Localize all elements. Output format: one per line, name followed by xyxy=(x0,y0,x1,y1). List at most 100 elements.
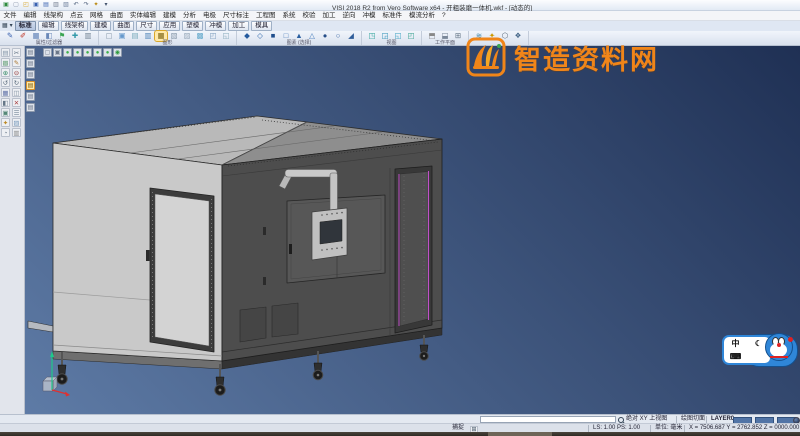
sidebar-delete-icon[interactable]: ✕ xyxy=(12,98,21,107)
tab-1[interactable]: 标准 xyxy=(15,21,36,31)
vp-layer1-icon[interactable]: ▤ xyxy=(26,48,35,57)
menu-item-7[interactable]: 实体编辑 xyxy=(127,11,160,20)
open-file-icon[interactable]: ◰ xyxy=(22,1,30,9)
viewport-3d[interactable]: ▢▣●●●●●◉ ▤▤▤▤▤▤ 中 ☾ ⌨ xyxy=(25,46,800,414)
ime-keyboard-icon[interactable]: ⌨ xyxy=(730,352,742,361)
active-layer[interactable]: LAYER0 xyxy=(706,416,734,423)
menu-item-16[interactable]: 逆向 xyxy=(339,11,359,20)
tab-5[interactable]: 曲面 xyxy=(113,21,134,31)
menu-item-6[interactable]: 曲面 xyxy=(107,11,127,20)
print-icon[interactable]: ▥ xyxy=(52,1,60,9)
tab-dropdown-icon[interactable]: ▾ xyxy=(10,22,13,30)
side-plate[interactable] xyxy=(28,321,53,332)
entity-dot-icon[interactable]: ● xyxy=(319,31,331,41)
menu-item-12[interactable]: 工程图 xyxy=(253,11,280,20)
quickbar-dropdown-icon[interactable]: ▾ xyxy=(102,1,110,9)
drawing-section[interactable]: 绘图切面 xyxy=(676,416,705,423)
menu-item-1[interactable]: 文件 xyxy=(0,11,20,20)
sidebar-redo-icon[interactable]: ↻ xyxy=(12,78,21,87)
app-icon[interactable]: ▣ xyxy=(2,1,10,9)
ime-mode-indicator[interactable]: 中 xyxy=(732,339,740,348)
graphic-doc7-icon[interactable]: ▩ xyxy=(194,31,206,41)
tab-8[interactable]: 塑模 xyxy=(182,21,203,31)
entity-diamond2-icon[interactable]: ◇ xyxy=(254,31,266,41)
attr-pencil-icon[interactable]: ✎ xyxy=(4,31,16,41)
menu-item-11[interactable]: 尺寸标注 xyxy=(220,11,253,20)
sidebar-list-icon[interactable]: ☰ xyxy=(12,108,21,117)
sidebar-rows-icon[interactable]: ▥ xyxy=(12,128,21,137)
menu-item-19[interactable]: 模流分析 xyxy=(406,11,439,20)
ime-moon-icon[interactable]: ☾ xyxy=(755,339,762,348)
menu-item-5[interactable]: 网格 xyxy=(87,11,107,20)
vp-shade3-icon[interactable]: ● xyxy=(83,48,92,57)
undo-icon[interactable]: ↶ xyxy=(72,1,80,9)
sidebar-fill-icon[interactable]: ▣ xyxy=(1,108,10,117)
menu-item-8[interactable]: 建模 xyxy=(160,11,180,20)
vp-layer3-icon[interactable]: ▤ xyxy=(26,70,35,79)
save-all-icon[interactable]: ▤ xyxy=(42,1,50,9)
tab-7[interactable]: 应用 xyxy=(159,21,180,31)
sidebar-pie-icon[interactable]: ◔ xyxy=(1,128,10,137)
menu-item-14[interactable]: 校验 xyxy=(299,11,319,20)
tab-10[interactable]: 加工 xyxy=(228,21,249,31)
stamp-icon[interactable]: ✦ xyxy=(92,1,100,9)
sidebar-remove-icon[interactable]: ⊖ xyxy=(12,68,21,77)
entity-corner-icon[interactable]: ◢ xyxy=(345,31,357,41)
sidebar-hatch-icon[interactable]: ▩ xyxy=(1,58,10,67)
menu-item-13[interactable]: 系统 xyxy=(279,11,299,20)
attr-marker-icon[interactable]: ✐ xyxy=(17,31,29,41)
graphic-doc6-icon[interactable]: ▨ xyxy=(181,31,193,41)
vp-box-icon[interactable]: ▣ xyxy=(53,48,62,57)
vp-layer5-icon[interactable]: ▤ xyxy=(26,103,35,112)
tab-4[interactable]: 建模 xyxy=(90,21,111,31)
tab-2[interactable]: 编辑 xyxy=(38,21,59,31)
menu-item-2[interactable]: 编辑 xyxy=(20,11,40,20)
tab-6[interactable]: 尺寸 xyxy=(136,21,157,31)
entity-diamond-icon[interactable]: ◆ xyxy=(241,31,253,41)
vp-shade4-icon[interactable]: ● xyxy=(93,48,102,57)
vp-layer4-icon[interactable]: ▤ xyxy=(26,92,35,101)
graphic-doc3-icon[interactable]: ▤ xyxy=(129,31,141,41)
left-door-panel[interactable] xyxy=(155,194,209,346)
left-door-handle[interactable] xyxy=(146,250,150,261)
vp-layer-active-icon[interactable]: ▤ xyxy=(26,81,35,90)
sidebar-undo-icon[interactable]: ↺ xyxy=(1,78,10,87)
menu-item-18[interactable]: 标准件 xyxy=(379,11,406,20)
machine-model[interactable] xyxy=(25,46,800,414)
tab-3[interactable]: 线架构 xyxy=(61,21,89,31)
vp-shade2-icon[interactable]: ● xyxy=(73,48,82,57)
tab-9[interactable]: 冲模 xyxy=(205,21,226,31)
graphic-doc2-icon[interactable]: ▣ xyxy=(116,31,128,41)
menu-item-17[interactable]: 冲模 xyxy=(359,11,379,20)
sidebar-add-icon[interactable]: ⊕ xyxy=(1,68,10,77)
menu-item-10[interactable]: 电极 xyxy=(200,11,220,20)
vp-shade1-icon[interactable]: ● xyxy=(63,48,72,57)
attr-filter-icon[interactable]: ▥ xyxy=(82,31,94,41)
entity-square-icon[interactable]: ■ xyxy=(267,31,279,41)
attr-plus-icon[interactable]: ✚ xyxy=(69,31,81,41)
vp-shade5-icon[interactable]: ● xyxy=(103,48,112,57)
vp-shade6-icon[interactable]: ◉ xyxy=(113,48,122,57)
save-icon[interactable]: ▣ xyxy=(32,1,40,9)
menu-item-15[interactable]: 加工 xyxy=(319,11,339,20)
tab-grid-icon[interactable]: ▦ xyxy=(2,22,8,30)
graphic-doc8-icon[interactable]: ◰ xyxy=(207,31,219,41)
entity-circle-icon[interactable]: ○ xyxy=(332,31,344,41)
sidebar-shade-icon[interactable]: ▨ xyxy=(12,118,21,127)
redo-icon[interactable]: ↷ xyxy=(82,1,90,9)
ime-status-bar[interactable]: 中 ☾ ⌨ xyxy=(722,330,800,372)
view-cube1-icon[interactable]: ◳ xyxy=(366,31,378,41)
tab-11[interactable]: 模具 xyxy=(251,21,272,31)
sidebar-grid-icon[interactable]: ▦ xyxy=(1,88,10,97)
menu-item-4[interactable]: 点云 xyxy=(67,11,87,20)
front-door-handle[interactable] xyxy=(289,244,292,254)
sidebar-cut-icon[interactable]: ✂ xyxy=(12,48,21,57)
sidebar-edit-icon[interactable]: ✎ xyxy=(12,58,21,67)
graphic-doc9-icon[interactable]: ◱ xyxy=(220,31,232,41)
new-file-icon[interactable]: ▢ xyxy=(12,1,20,9)
coordinate-mode[interactable]: 绝对 XY 上视图 xyxy=(626,416,667,423)
preview-icon[interactable]: ▧ xyxy=(62,1,70,9)
sidebar-panel-icon[interactable]: ◫ xyxy=(12,88,21,97)
view-cube4-icon[interactable]: ◰ xyxy=(405,31,417,41)
menu-item-9[interactable]: 分析 xyxy=(180,11,200,20)
